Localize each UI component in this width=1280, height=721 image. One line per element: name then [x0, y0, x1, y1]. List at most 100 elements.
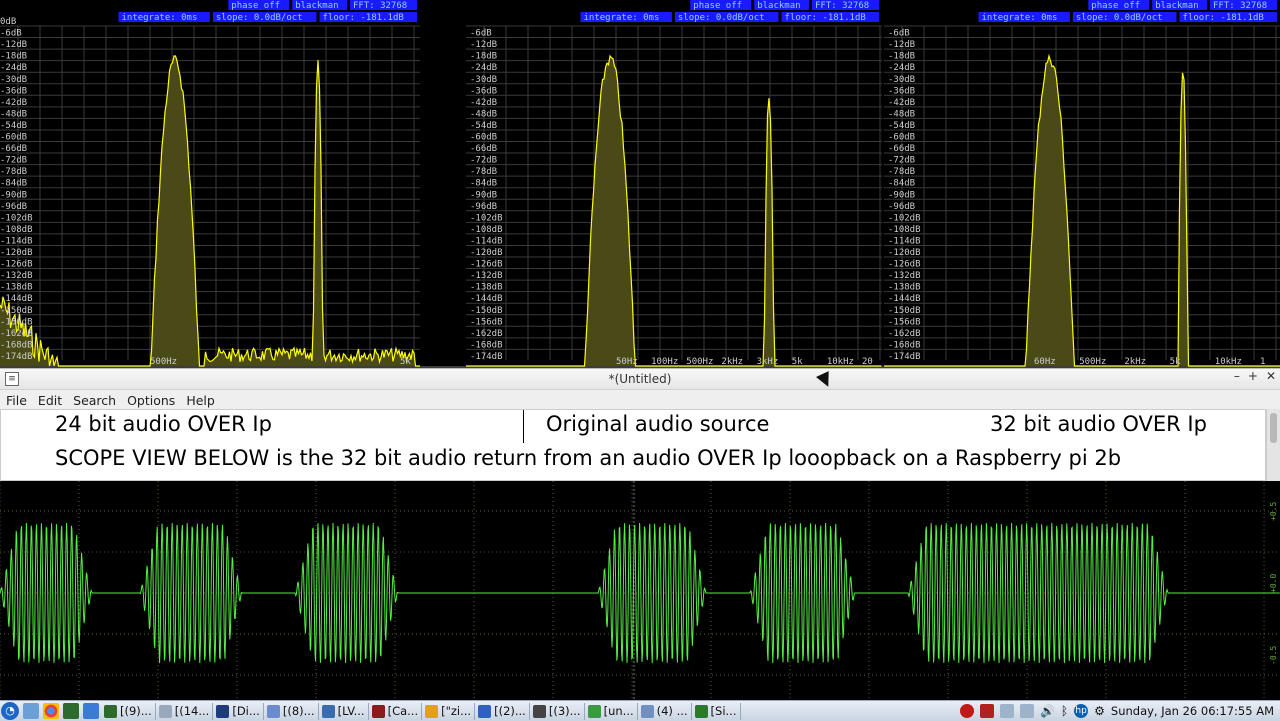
- db-tick-label: -66dB: [888, 144, 915, 154]
- label-24bit: 24 bit audio OVER Ip: [55, 412, 272, 436]
- db-tick-label: -60dB: [888, 133, 915, 143]
- db-tick-label: -24dB: [0, 63, 27, 73]
- editor-text-area[interactable]: 24 bit audio OVER Ip Original audio sour…: [0, 409, 1266, 481]
- readout-label: blackman: [295, 1, 338, 11]
- app-icon: [371, 704, 385, 718]
- db-tick-label: -48dB: [0, 109, 27, 119]
- db-tick-label: -6dB: [888, 29, 910, 39]
- db-tick-label: -168dB: [888, 340, 921, 350]
- taskbar-task[interactable]: [(2)...: [475, 702, 530, 720]
- taskbar-task[interactable]: [(3)...: [530, 702, 585, 720]
- editor-icon: [158, 704, 172, 718]
- readout-label: slope: 0.0dB/oct: [216, 13, 303, 23]
- db-tick-label: -96dB: [470, 202, 497, 212]
- db-tick-label: -162dB: [470, 329, 503, 339]
- close-button[interactable]: ✕: [1266, 369, 1276, 383]
- display-icon[interactable]: [999, 704, 1014, 718]
- minimize-button[interactable]: –: [1234, 369, 1240, 383]
- file-manager-icon[interactable]: [23, 703, 39, 719]
- menu-edit[interactable]: Edit: [32, 393, 67, 408]
- editor-scrollbar[interactable]: [1266, 409, 1280, 481]
- readout-label: integrate: 0ms: [982, 13, 1058, 23]
- db-tick-label: -126dB: [0, 260, 33, 270]
- start-menu-icon[interactable]: ◔: [1, 702, 19, 720]
- menu-help[interactable]: Help: [180, 393, 220, 408]
- db-tick-label: -102dB: [0, 213, 33, 223]
- hp-icon[interactable]: hp: [1074, 704, 1089, 718]
- db-tick-label: -54dB: [888, 121, 915, 131]
- readout-label: FFT: 32768: [1213, 1, 1267, 11]
- taskbar-task[interactable]: (4) ...: [638, 702, 692, 720]
- menu-search[interactable]: Search: [67, 393, 121, 408]
- readout-label: floor: -181.1dB: [323, 13, 404, 23]
- db-tick-label: -174dB: [470, 352, 503, 362]
- label-original-source: Original audio source: [546, 412, 770, 436]
- db-tick-label: -126dB: [470, 260, 503, 270]
- terminal-icon[interactable]: [63, 703, 79, 719]
- taskbar-task[interactable]: [Si...: [692, 702, 741, 720]
- task-list: [(9)... [(14... [Di... [(8)... [LV... [Ca... […: [101, 702, 741, 720]
- taskbar-task[interactable]: [Ca...: [369, 702, 423, 720]
- db-tick-label: -150dB: [0, 306, 33, 316]
- taskbar-task[interactable]: [(14...: [156, 702, 214, 720]
- db-tick-label: -156dB: [888, 317, 921, 327]
- readout-label: slope: 0.0dB/oct: [1076, 13, 1163, 23]
- db-tick-label: -120dB: [470, 248, 503, 258]
- freq-tick-label: 1: [1260, 357, 1265, 367]
- db-tick-label: -90dB: [888, 190, 915, 200]
- readout-label: phase off: [693, 1, 742, 11]
- record-icon[interactable]: [959, 704, 974, 718]
- editor-title-bar[interactable]: ≡ *(Untitled) – + ✕: [0, 369, 1280, 390]
- taskbar-task[interactable]: ["zi...: [422, 702, 476, 720]
- db-tick-label: -150dB: [888, 306, 921, 316]
- db-tick-label: -90dB: [0, 190, 27, 200]
- taskbar-task-label: [(3)...: [548, 704, 581, 718]
- db-tick-label: -132dB: [470, 271, 503, 281]
- db-tick-label: -78dB: [470, 167, 497, 177]
- taskbar-task[interactable]: [LV...: [319, 702, 369, 720]
- scope-description: SCOPE VIEW BELOW is the 32 bit audio ret…: [55, 446, 1122, 470]
- clock[interactable]: Sunday, Jan 26 06:17:55 AM: [1111, 704, 1274, 718]
- volume-icon[interactable]: 🔊: [1040, 704, 1055, 718]
- db-tick-label: -60dB: [0, 133, 27, 143]
- menu-options[interactable]: Options: [121, 393, 180, 408]
- bluetooth-icon[interactable]: ᛒ: [1061, 704, 1068, 718]
- app-icon: [587, 704, 601, 718]
- db-tick-label: -108dB: [888, 225, 921, 235]
- taskbar-task[interactable]: [un...: [585, 702, 638, 720]
- readout-label: phase off: [231, 1, 280, 11]
- db-tick-label: -72dB: [888, 156, 915, 166]
- db-tick-label: -18dB: [0, 52, 27, 62]
- taskbar: ◔ [(9)... [(14... [Di... [(8)... [LV... [Ca..…: [0, 700, 1280, 721]
- db-tick-label: -90dB: [470, 190, 497, 200]
- spectrum-panel: 0dB -6dB-12dB -18dB-24dB -30dB-36dB -42dB-48…: [0, 0, 420, 368]
- db-tick-label: -84dB: [888, 179, 915, 189]
- scrollbar-thumb[interactable]: [1270, 413, 1277, 443]
- network-icon[interactable]: [83, 703, 99, 719]
- db-tick-label: -30dB: [888, 75, 915, 85]
- pdf-icon[interactable]: [979, 704, 994, 718]
- network-status-icon[interactable]: ⚙: [1094, 704, 1105, 718]
- window-title: *(Untitled): [608, 372, 672, 386]
- readout-label: FFT: 32768: [353, 1, 407, 11]
- db-tick-label: -120dB: [888, 248, 921, 258]
- db-tick-label: -174dB: [0, 352, 33, 362]
- db-tick-label: -78dB: [0, 167, 27, 177]
- freq-tick-label: 2kHz: [721, 357, 743, 367]
- chrome-icon[interactable]: [43, 703, 59, 719]
- readout-label: floor: -181.1dB: [1183, 13, 1264, 23]
- db-tick-label: -174dB: [888, 352, 921, 362]
- readout-label: blackman: [757, 1, 800, 11]
- db-tick-label: -18dB: [888, 52, 915, 62]
- terminal-icon: [104, 704, 117, 718]
- taskbar-task[interactable]: [(8)...: [264, 702, 319, 720]
- freq-tick-label: 5k: [1170, 357, 1181, 367]
- window-switcher-icon[interactable]: [1019, 704, 1034, 718]
- db-tick-label: -48dB: [470, 109, 497, 119]
- taskbar-task[interactable]: [Di...: [213, 702, 264, 720]
- db-tick-label: -96dB: [888, 202, 915, 212]
- taskbar-task[interactable]: [(9)...: [101, 702, 156, 720]
- menu-file[interactable]: File: [0, 393, 32, 408]
- maximize-button[interactable]: +: [1248, 369, 1258, 383]
- taskbar-task-label: [(9)...: [120, 704, 152, 718]
